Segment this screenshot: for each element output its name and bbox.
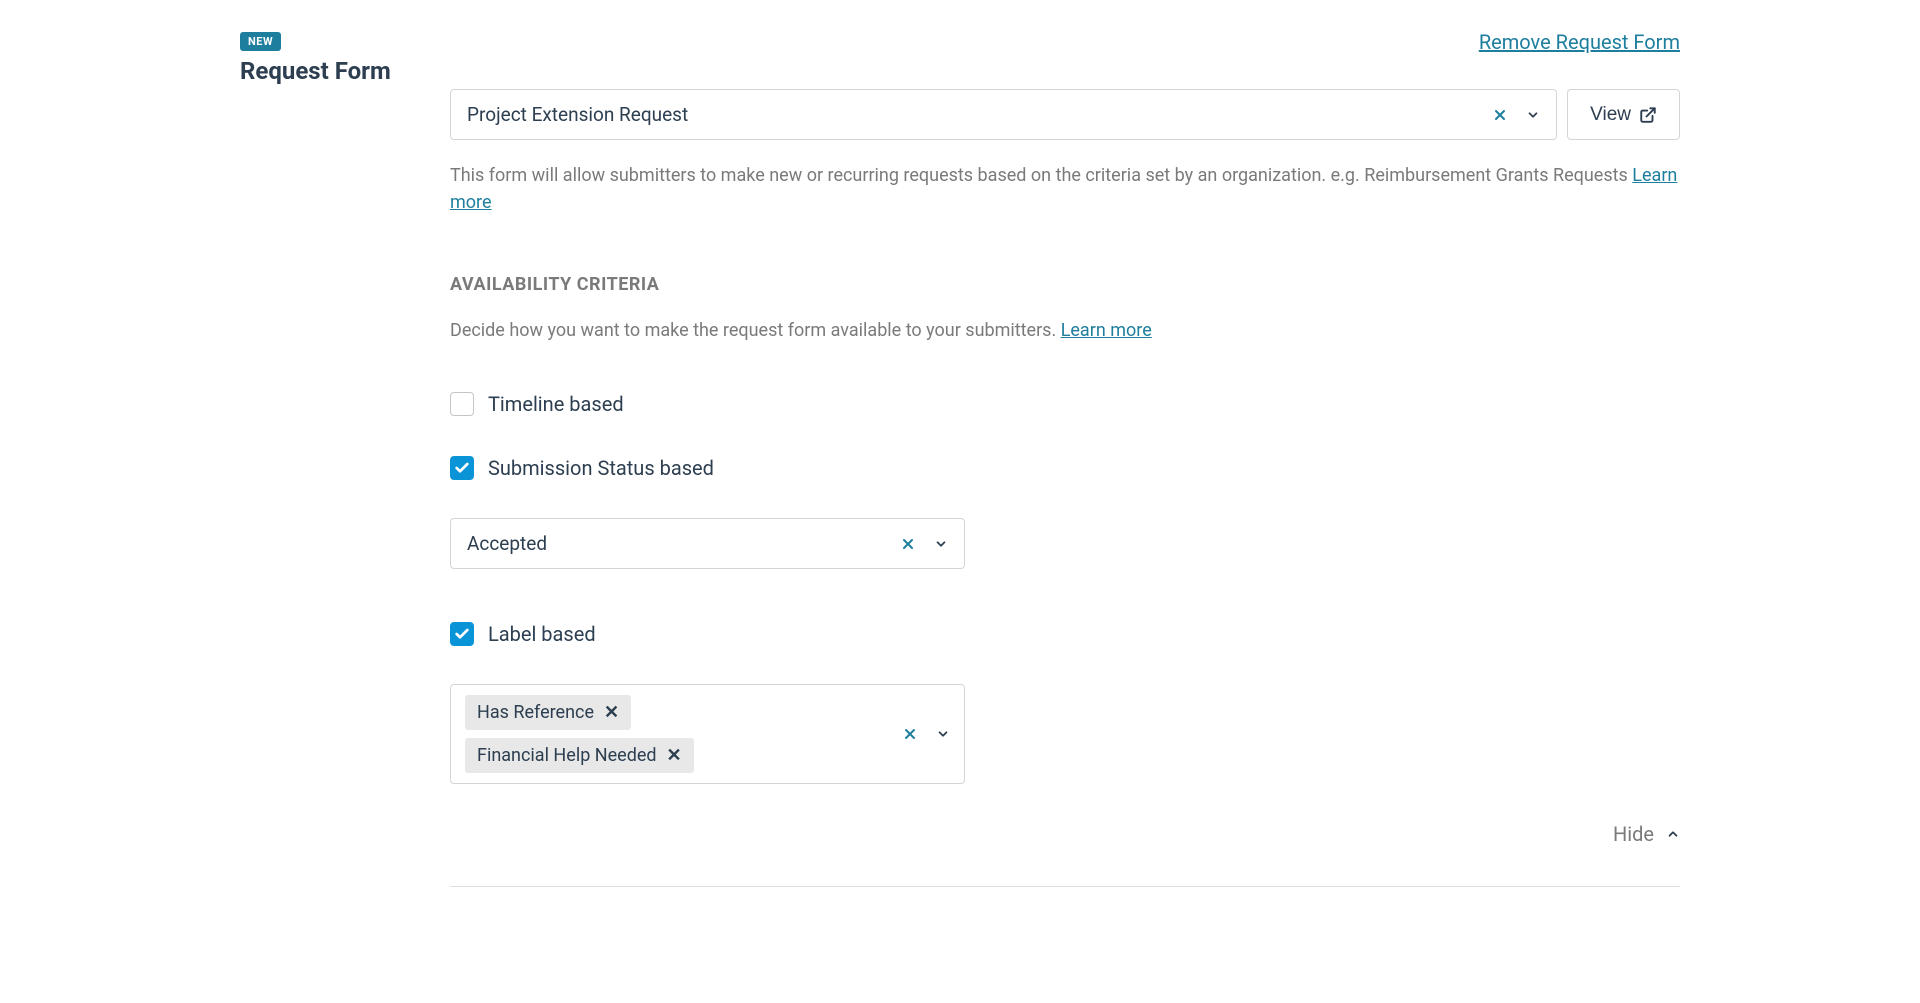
clear-icon[interactable] bbox=[1492, 107, 1508, 123]
label-based-dropdown[interactable]: Has Reference ✕ Financial Help Needed ✕ bbox=[450, 684, 965, 784]
availability-description: Decide how you want to make the request … bbox=[450, 317, 1680, 344]
submission-status-value: Accepted bbox=[467, 532, 900, 555]
remove-request-form-link[interactable]: Remove Request Form bbox=[1479, 30, 1680, 54]
submission-status-label: Submission Status based bbox=[488, 456, 714, 480]
clear-status-icon[interactable] bbox=[900, 536, 916, 552]
availability-criteria-title: AVAILABILITY CRITERIA bbox=[450, 274, 1680, 295]
view-button-label: View bbox=[1590, 104, 1631, 126]
hide-toggle[interactable]: Hide bbox=[450, 822, 1680, 846]
hide-label: Hide bbox=[1613, 822, 1654, 846]
external-link-icon bbox=[1639, 106, 1657, 124]
section-divider bbox=[450, 886, 1680, 887]
section-title: Request Form bbox=[240, 57, 450, 85]
timeline-based-label: Timeline based bbox=[488, 392, 624, 416]
tag-label: Financial Help Needed bbox=[477, 745, 657, 766]
status-chevron-down-icon[interactable] bbox=[934, 537, 948, 551]
submission-status-checkbox[interactable] bbox=[450, 456, 474, 480]
availability-learn-more-link[interactable]: Learn more bbox=[1061, 320, 1152, 341]
submission-status-dropdown[interactable]: Accepted bbox=[450, 518, 965, 569]
form-description: This form will allow submitters to make … bbox=[450, 162, 1680, 216]
tag-item: Has Reference ✕ bbox=[465, 695, 631, 730]
label-based-checkbox[interactable] bbox=[450, 622, 474, 646]
tag-item: Financial Help Needed ✕ bbox=[465, 738, 694, 773]
chevron-down-icon[interactable] bbox=[1526, 108, 1540, 122]
tag-remove-icon[interactable]: ✕ bbox=[667, 745, 682, 766]
form-select-value: Project Extension Request bbox=[467, 103, 1492, 126]
label-based-label: Label based bbox=[488, 622, 596, 646]
view-button[interactable]: View bbox=[1567, 89, 1680, 140]
timeline-based-checkbox[interactable] bbox=[450, 392, 474, 416]
form-select-dropdown[interactable]: Project Extension Request bbox=[450, 89, 1557, 140]
labels-chevron-down-icon[interactable] bbox=[936, 727, 950, 741]
clear-labels-icon[interactable] bbox=[902, 726, 918, 742]
chevron-up-icon bbox=[1666, 827, 1680, 841]
new-badge: NEW bbox=[240, 32, 281, 51]
tag-label: Has Reference bbox=[477, 702, 594, 723]
tag-remove-icon[interactable]: ✕ bbox=[604, 702, 619, 723]
